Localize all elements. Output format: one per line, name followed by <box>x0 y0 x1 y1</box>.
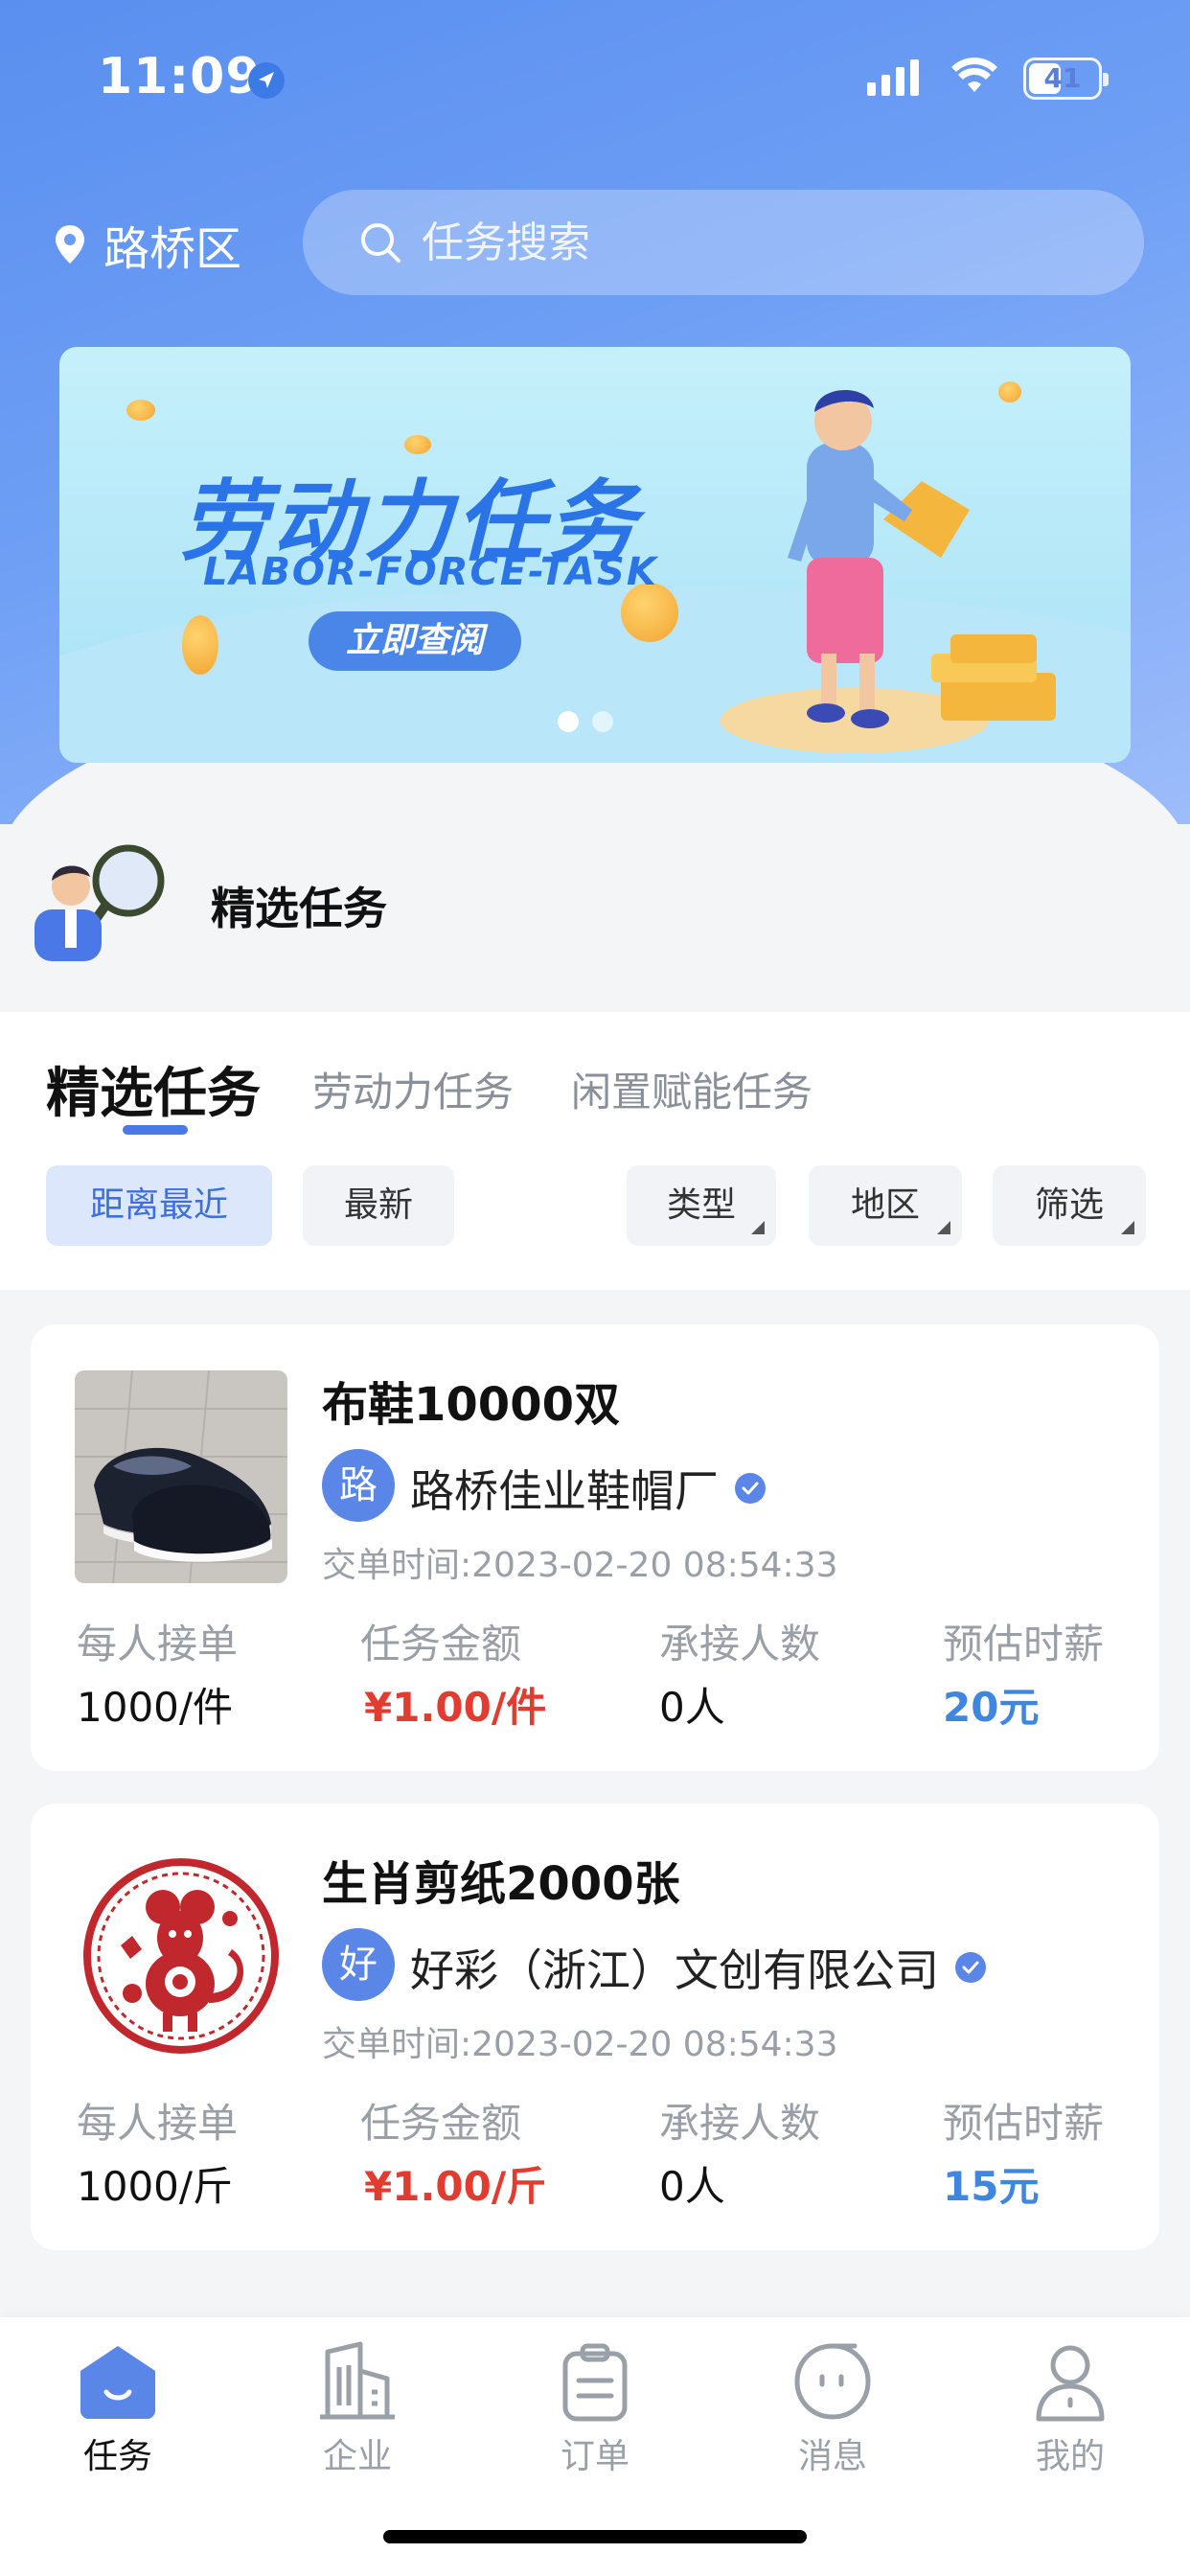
status-time: 11:09 <box>98 48 262 105</box>
nav-messages[interactable]: 消息 <box>761 2338 904 2478</box>
order-time: 交单时间:2023-02-20 08:54:33 <box>322 1546 838 1585</box>
task-amount-value: ¥1.00/斤 <box>364 2163 547 2210</box>
battery-icon: 41 <box>1023 58 1109 100</box>
task-card[interactable]: 布鞋10000双 路 路桥佳业鞋帽厂 交单时间:2023-02-20 08:54… <box>31 1324 1159 1771</box>
filter-region-dropdown[interactable]: 地区 <box>809 1165 962 1246</box>
magnifier-person-icon <box>34 844 165 961</box>
search-bar[interactable] <box>303 190 1144 295</box>
nav-label: 任务 <box>82 2437 152 2476</box>
promo-banner[interactable]: 劳动力任务 LABOR-FORCE-TASK 立即查阅 <box>59 347 1131 763</box>
featured-title: 精选任务 <box>211 883 387 934</box>
company-row[interactable]: 好彩（浙江）文创有限公司 <box>410 1936 987 1999</box>
filter-more-dropdown[interactable]: 筛选 <box>993 1165 1146 1246</box>
hourly-wage-value: 20元 <box>943 1684 1040 1731</box>
filter-type-dropdown[interactable]: 类型 <box>627 1165 776 1246</box>
task-title: 生肖剪纸2000张 <box>322 1857 680 1911</box>
sort-latest-chip[interactable]: 最新 <box>303 1165 454 1246</box>
per-person-value: 1000/件 <box>77 1684 234 1731</box>
stat-label: 承接人数 <box>659 2100 821 2147</box>
tab-featured[interactable]: 精选任务 <box>46 1050 261 1128</box>
task-thumbnail <box>75 1370 287 1583</box>
location-selector[interactable]: 路桥区 <box>54 211 241 278</box>
per-person-value: 1000/斤 <box>77 2163 234 2210</box>
shoe-image <box>75 1370 287 1583</box>
stat-label: 承接人数 <box>659 1621 821 1668</box>
stat-label: 预估时薪 <box>943 2100 1105 2147</box>
message-icon <box>794 2343 871 2420</box>
task-title: 布鞋10000双 <box>322 1378 620 1432</box>
stat-label: 每人接单 <box>77 1621 239 1668</box>
hourly-wage-value: 15元 <box>943 2163 1040 2210</box>
takers-count-value: 0人 <box>659 2163 725 2210</box>
profile-icon <box>1036 2345 1105 2422</box>
task-amount-value: ¥1.00/件 <box>364 1684 547 1731</box>
home-indicator <box>383 2530 807 2543</box>
coin-decoration <box>126 400 155 421</box>
stat-label: 任务金额 <box>360 2100 522 2147</box>
verified-icon <box>955 1952 986 1983</box>
worker-illustration <box>721 389 1056 753</box>
stat-label: 每人接单 <box>77 2100 239 2147</box>
cellular-signal-icon <box>867 59 919 96</box>
location-label: 路桥区 <box>103 222 242 276</box>
sort-nearest-chip[interactable]: 距离最近 <box>46 1165 272 1246</box>
banner-button[interactable]: 立即查阅 <box>309 611 521 671</box>
nav-task[interactable]: 任务 <box>46 2338 190 2478</box>
dropdown-triangle-icon <box>937 1221 950 1234</box>
featured-section-header: 精选任务 <box>29 839 387 973</box>
dropdown-triangle-icon <box>751 1221 765 1234</box>
task-thumbnail <box>75 1850 287 2062</box>
search-input[interactable] <box>422 218 1092 267</box>
clipboard-icon <box>562 2343 628 2422</box>
chip-label: 地区 <box>850 1185 920 1225</box>
coin-decoration <box>182 615 218 675</box>
dropdown-triangle-icon <box>1121 1221 1134 1234</box>
chip-label: 距离最近 <box>89 1185 228 1225</box>
nav-label: 企业 <box>322 2437 392 2476</box>
nav-label: 订单 <box>560 2437 629 2476</box>
verified-icon <box>735 1473 766 1504</box>
carousel-dot[interactable] <box>592 711 613 732</box>
company-row[interactable]: 路桥佳业鞋帽厂 <box>410 1457 767 1520</box>
task-card[interactable]: 生肖剪纸2000张 好 好彩（浙江）文创有限公司 交单时间:2023-02-20… <box>31 1804 1159 2250</box>
wifi-icon <box>951 58 997 92</box>
nav-company[interactable]: 企业 <box>286 2338 429 2478</box>
chip-label: 最新 <box>343 1185 413 1225</box>
location-pin-icon <box>56 225 84 264</box>
status-bar: 11:09 41 <box>0 48 1190 115</box>
stat-label: 任务金额 <box>360 1621 522 1668</box>
task-icon <box>80 2346 155 2419</box>
company-name: 好彩（浙江）文创有限公司 <box>410 1944 939 1996</box>
nav-label: 我的 <box>1035 2437 1105 2476</box>
search-icon <box>361 223 400 263</box>
nav-orders[interactable]: 订单 <box>523 2338 667 2478</box>
company-name: 路桥佳业鞋帽厂 <box>410 1465 719 1517</box>
nav-profile[interactable]: 我的 <box>998 2338 1142 2478</box>
tab-labor[interactable]: 劳动力任务 <box>312 1060 514 1118</box>
stat-label: 预估时薪 <box>943 1621 1105 1668</box>
carousel-dot[interactable] <box>558 711 579 732</box>
company-avatar: 路 <box>322 1449 395 1522</box>
location-arrow-icon <box>248 62 285 99</box>
chip-label: 筛选 <box>1034 1185 1104 1225</box>
order-time: 交单时间:2023-02-20 08:54:33 <box>322 2025 838 2064</box>
battery-level: 41 <box>1043 62 1082 94</box>
building-icon <box>320 2341 395 2420</box>
tab-underline <box>123 1125 188 1135</box>
carousel-dots <box>558 711 613 732</box>
chip-label: 类型 <box>666 1185 736 1225</box>
banner-subtitle: LABOR-FORCE-TASK <box>203 550 658 594</box>
nav-label: 消息 <box>797 2437 867 2476</box>
papercut-image <box>75 1850 287 2062</box>
task-filter-panel: 精选任务 劳动力任务 闲置赋能任务 距离最近 最新 类型 地区 筛选 <box>0 1012 1190 1290</box>
company-avatar: 好 <box>322 1928 395 2001</box>
takers-count-value: 0人 <box>659 1684 725 1731</box>
tab-idle[interactable]: 闲置赋能任务 <box>571 1060 812 1118</box>
